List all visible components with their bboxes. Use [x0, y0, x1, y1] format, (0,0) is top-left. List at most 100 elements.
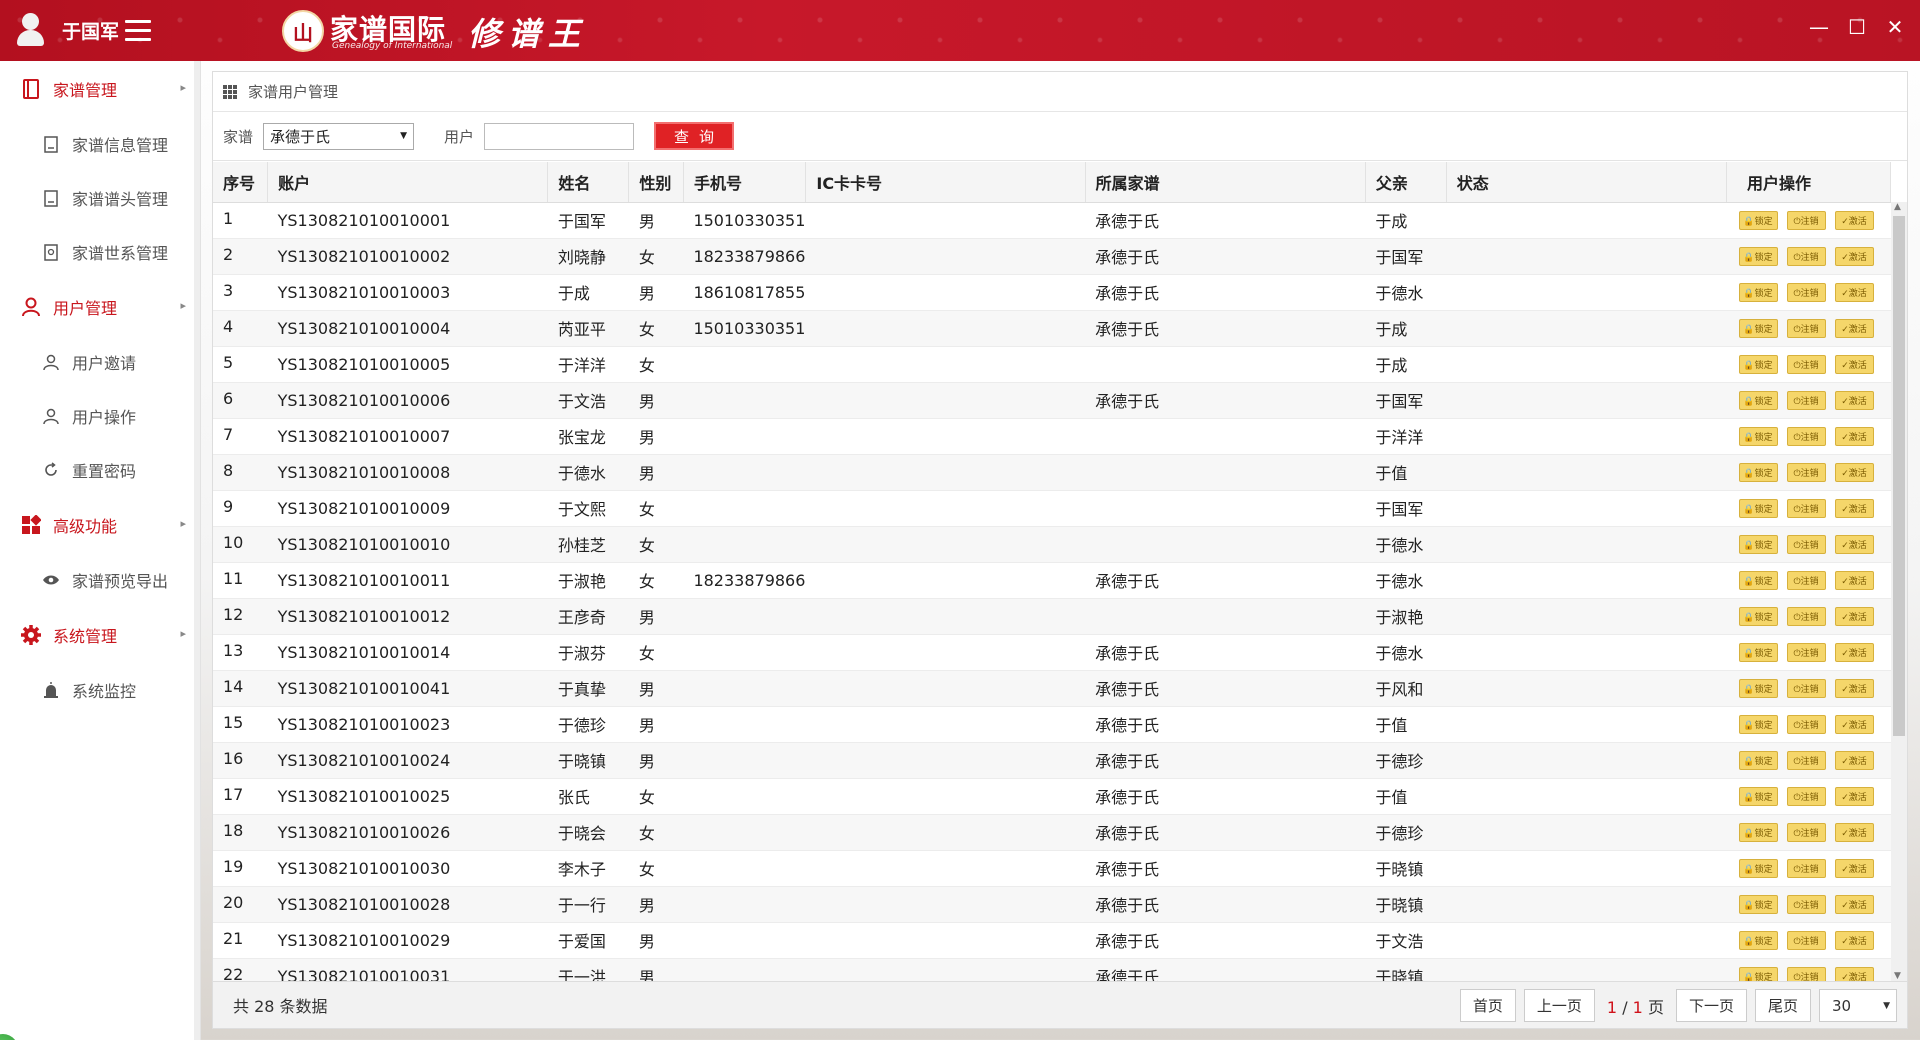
table-row[interactable]: 13 YS130821010010014 于淑芬女 承德于氏 于德水 🔒锁定 ⏻注销 ✓激活 — [213, 634, 1891, 671]
lock-button[interactable]: 🔒锁定 — [1738, 930, 1778, 950]
sidebar-item-user-invite[interactable]: 用户邀请 — [0, 335, 200, 389]
col-header-status[interactable]: 状态 — [1446, 162, 1728, 203]
logout-button[interactable]: ⏻注销 — [1786, 606, 1826, 626]
table-row[interactable]: 17 YS130821010010025 张氏女 承德于氏 于值 🔒锁定 ⏻注销 ✓激活 — [213, 778, 1891, 815]
activate-button[interactable]: ✓激活 — [1834, 246, 1874, 266]
activate-button[interactable]: ✓激活 — [1834, 786, 1874, 806]
logout-button[interactable]: ⏻注销 — [1786, 894, 1826, 914]
activate-button[interactable]: ✓激活 — [1834, 678, 1874, 698]
user-name[interactable]: 于国军 — [62, 17, 119, 44]
col-header-father[interactable]: 父亲 — [1365, 162, 1447, 203]
logout-button[interactable]: ⏻注销 — [1786, 210, 1826, 230]
col-header-phone[interactable]: 手机号 — [683, 162, 807, 203]
lock-button[interactable]: 🔒锁定 — [1738, 894, 1778, 914]
lock-button[interactable]: 🔒锁定 — [1738, 318, 1778, 338]
activate-button[interactable]: ✓激活 — [1834, 570, 1874, 590]
lock-button[interactable]: 🔒锁定 — [1738, 462, 1778, 482]
logout-button[interactable]: ⏻注销 — [1786, 570, 1826, 590]
logout-button[interactable]: ⏻注销 — [1786, 534, 1826, 554]
sidebar-item-reset-password[interactable]: 重置密码 — [0, 443, 200, 497]
logout-button[interactable]: ⏻注销 — [1786, 426, 1826, 446]
activate-button[interactable]: ✓激活 — [1834, 822, 1874, 842]
logout-button[interactable]: ⏻注销 — [1786, 966, 1826, 981]
activate-button[interactable]: ✓激活 — [1834, 210, 1874, 230]
col-header-gender[interactable]: 性别 — [628, 162, 684, 203]
activate-button[interactable]: ✓激活 — [1834, 930, 1874, 950]
col-header-family[interactable]: 所属家谱 — [1085, 162, 1366, 203]
activate-button[interactable]: ✓激活 — [1834, 642, 1874, 662]
table-row[interactable]: 22 YS130821010010031 于一洪男 承德于氏 于晓镇 🔒锁定 ⏻注销 ✓激活 — [213, 958, 1891, 981]
table-row[interactable]: 9 YS130821010010009 于文熙女 于国军 🔒锁定 ⏻注销 ✓激活 — [213, 490, 1891, 527]
logout-button[interactable]: ⏻注销 — [1786, 282, 1826, 302]
lock-button[interactable]: 🔒锁定 — [1738, 822, 1778, 842]
minimize-icon[interactable]: — — [1808, 15, 1830, 39]
table-row[interactable]: 15 YS130821010010023 于德珍男 承德于氏 于值 🔒锁定 ⏻注销 ✓激活 — [213, 706, 1891, 743]
lock-button[interactable]: 🔒锁定 — [1738, 750, 1778, 770]
activate-button[interactable]: ✓激活 — [1834, 426, 1874, 446]
logout-button[interactable]: ⏻注销 — [1786, 786, 1826, 806]
table-row[interactable]: 3 YS130821010010003 于成男 18610817855 承德于氏 于德水 🔒… — [213, 274, 1891, 311]
lock-button[interactable]: 🔒锁定 — [1738, 354, 1778, 374]
col-header-name[interactable]: 姓名 — [547, 162, 630, 203]
lock-button[interactable]: 🔒锁定 — [1738, 606, 1778, 626]
sidebar-item-system-monitor[interactable]: 系统监控 — [0, 663, 200, 717]
activate-button[interactable]: ✓激活 — [1834, 606, 1874, 626]
nav-group-advanced[interactable]: 高级功能 ▸ — [0, 497, 200, 553]
activate-button[interactable]: ✓激活 — [1834, 534, 1874, 554]
maximize-icon[interactable]: ☐ — [1846, 15, 1868, 39]
table-row[interactable]: 5 YS130821010010005 于洋洋女 于成 🔒锁定 ⏻注销 ✓激活 — [213, 346, 1891, 383]
activate-button[interactable]: ✓激活 — [1834, 498, 1874, 518]
lock-button[interactable]: 🔒锁定 — [1738, 858, 1778, 878]
lock-button[interactable]: 🔒锁定 — [1738, 282, 1778, 302]
lock-button[interactable]: 🔒锁定 — [1738, 570, 1778, 590]
col-header-ic-card[interactable]: IC卡卡号 — [805, 162, 1086, 203]
activate-button[interactable]: ✓激活 — [1834, 858, 1874, 878]
user-avatar-icon[interactable] — [17, 13, 44, 47]
status-badge[interactable]: 55 — [0, 1034, 20, 1040]
logout-button[interactable]: ⏻注销 — [1786, 930, 1826, 950]
scroll-up-icon[interactable]: ▲ — [1894, 202, 1901, 212]
logout-button[interactable]: ⏻注销 — [1786, 750, 1826, 770]
logout-button[interactable]: ⏻注销 — [1786, 642, 1826, 662]
sidebar-item-user-ops[interactable]: 用户操作 — [0, 389, 200, 443]
lock-button[interactable]: 🔒锁定 — [1738, 498, 1778, 518]
scroll-down-icon[interactable]: ▼ — [1894, 971, 1901, 981]
activate-button[interactable]: ✓激活 — [1834, 750, 1874, 770]
col-header-index[interactable]: 序号 — [213, 162, 269, 203]
activate-button[interactable]: ✓激活 — [1834, 390, 1874, 410]
lock-button[interactable]: 🔒锁定 — [1738, 426, 1778, 446]
lock-button[interactable]: 🔒锁定 — [1738, 210, 1778, 230]
logout-button[interactable]: ⏻注销 — [1786, 822, 1826, 842]
nav-group-family[interactable]: 家谱管理 ▸ — [0, 61, 200, 117]
prev-page-button[interactable]: 上一页 — [1523, 989, 1595, 1022]
lock-button[interactable]: 🔒锁定 — [1738, 642, 1778, 662]
activate-button[interactable]: ✓激活 — [1834, 354, 1874, 374]
family-select[interactable]: 承德于氏 ▼ — [263, 122, 415, 150]
next-page-button[interactable]: 下一页 — [1675, 989, 1747, 1022]
lock-button[interactable]: 🔒锁定 — [1738, 534, 1778, 554]
table-row[interactable]: 4 YS130821010010004 芮亚平女 15010330351 承德于氏 于成 🔒… — [213, 310, 1891, 347]
first-page-button[interactable]: 首页 — [1459, 989, 1516, 1022]
table-row[interactable]: 8 YS130821010010008 于德水男 于值 🔒锁定 ⏻注销 ✓激活 — [213, 454, 1891, 491]
user-search-input[interactable] — [484, 122, 635, 150]
nav-group-system[interactable]: 系统管理 ▸ — [0, 607, 200, 663]
logout-button[interactable]: ⏻注销 — [1786, 498, 1826, 518]
table-row[interactable]: 16 YS130821010010024 于晓镇男 承德于氏 于德珍 🔒锁定 ⏻注销 ✓激活 — [213, 742, 1891, 779]
lock-button[interactable]: 🔒锁定 — [1738, 714, 1778, 734]
logout-button[interactable]: ⏻注销 — [1786, 354, 1826, 374]
sidebar-item-family-header[interactable]: 家谱谱头管理 — [0, 171, 200, 225]
logout-button[interactable]: ⏻注销 — [1786, 714, 1826, 734]
table-row[interactable]: 6 YS130821010010006 于文浩男 承德于氏 于国军 🔒锁定 ⏻注销 ✓激活 — [213, 382, 1891, 419]
table-row[interactable]: 19 YS130821010010030 李木子女 承德于氏 于晓镇 🔒锁定 ⏻注销 ✓激活 — [213, 850, 1891, 887]
last-page-button[interactable]: 尾页 — [1754, 989, 1811, 1022]
lock-button[interactable]: 🔒锁定 — [1738, 678, 1778, 698]
scrollbar-thumb[interactable] — [1893, 216, 1905, 736]
lock-button[interactable]: 🔒锁定 — [1738, 786, 1778, 806]
table-row[interactable]: 7 YS130821010010007 张宝龙男 于洋洋 🔒锁定 ⏻注销 ✓激活 — [213, 418, 1891, 455]
table-row[interactable]: 21 YS130821010010029 于爱国男 承德于氏 于文浩 🔒锁定 ⏻注销 ✓激活 — [213, 922, 1891, 959]
table-row[interactable]: 18 YS130821010010026 于晓会女 承德于氏 于德珍 🔒锁定 ⏻注销 ✓激活 — [213, 814, 1891, 851]
table-scrollbar[interactable]: ▲ ▼ — [1891, 202, 1907, 981]
activate-button[interactable]: ✓激活 — [1834, 894, 1874, 914]
table-row[interactable]: 1 YS130821010010001 于国军男 15010330351 承德于氏 于成 🔒… — [213, 202, 1891, 239]
close-icon[interactable]: ✕ — [1884, 15, 1906, 39]
